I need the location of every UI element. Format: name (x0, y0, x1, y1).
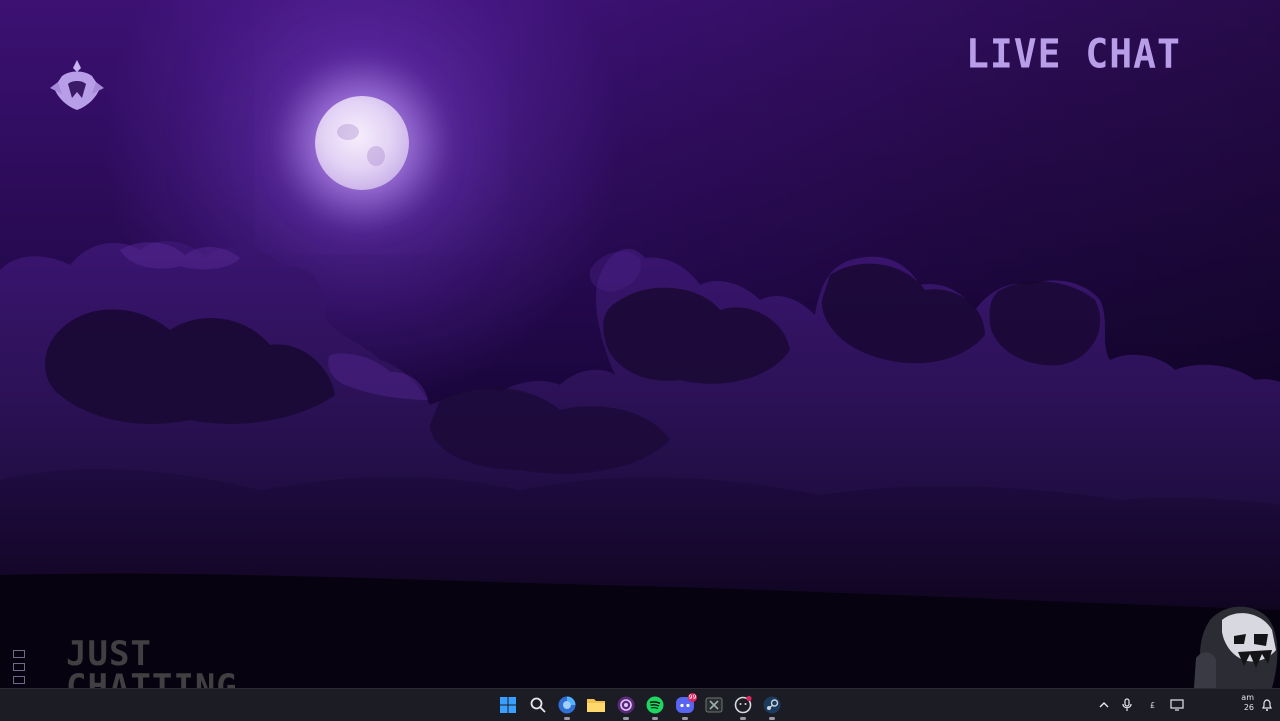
monitor-icon (1170, 699, 1184, 711)
desktop-wallpaper: LIVE CHAT JUST CHATTING (0, 0, 1280, 688)
desktop-side-icons (13, 650, 25, 688)
channel-logo-icon (50, 60, 104, 110)
search-icon (530, 697, 546, 713)
chevron-up-icon (1099, 702, 1109, 708)
chat-icon (734, 695, 752, 714)
clouds-layer (0, 241, 1280, 688)
clock-day: 26 (1243, 703, 1254, 712)
display-button[interactable] (1170, 689, 1184, 721)
chat-app[interactable] (731, 693, 755, 720)
taskbar: 99 £ am 26 (0, 688, 1280, 721)
search-button[interactable] (526, 693, 550, 717)
browser-icon (558, 696, 576, 714)
system-clock[interactable]: am 26 (1238, 693, 1254, 713)
streamer-avatar (1194, 606, 1278, 688)
microphone-icon (1122, 698, 1132, 711)
desktop-shortcut-icon[interactable] (13, 650, 25, 658)
category-label: JUST CHATTING (66, 637, 238, 688)
steam-icon (763, 696, 781, 714)
tray-overflow-button[interactable] (1098, 689, 1110, 721)
live-chat-label: LIVE CHAT (966, 30, 1181, 78)
desktop-shortcut-icon[interactable] (13, 676, 25, 684)
spreadsheet-icon (705, 697, 723, 713)
steam-app[interactable] (760, 693, 784, 720)
currency-indicator[interactable]: £ (1150, 689, 1155, 721)
notification-badge: 99 (688, 693, 697, 702)
file-explorer-app[interactable] (584, 693, 608, 717)
notification-center-button[interactable] (1260, 689, 1274, 721)
discord-app[interactable]: 99 (673, 693, 697, 720)
desktop-shortcut-icon[interactable] (13, 663, 25, 671)
browser-app[interactable] (555, 693, 579, 720)
notification-bell-icon (1262, 699, 1272, 711)
microphone-button[interactable] (1121, 689, 1133, 721)
obs-app[interactable] (614, 693, 638, 720)
folder-icon (587, 699, 605, 712)
category-line-2: CHATTING (66, 667, 238, 688)
spotify-icon (646, 696, 664, 714)
clock-ampm: am (1241, 693, 1254, 702)
start-button[interactable] (496, 693, 520, 717)
spotify-app[interactable] (643, 693, 667, 720)
record-icon (617, 696, 635, 714)
currency-symbol: £ (1150, 700, 1156, 710)
excel-app[interactable] (702, 693, 726, 717)
windows-logo-icon (500, 697, 516, 713)
